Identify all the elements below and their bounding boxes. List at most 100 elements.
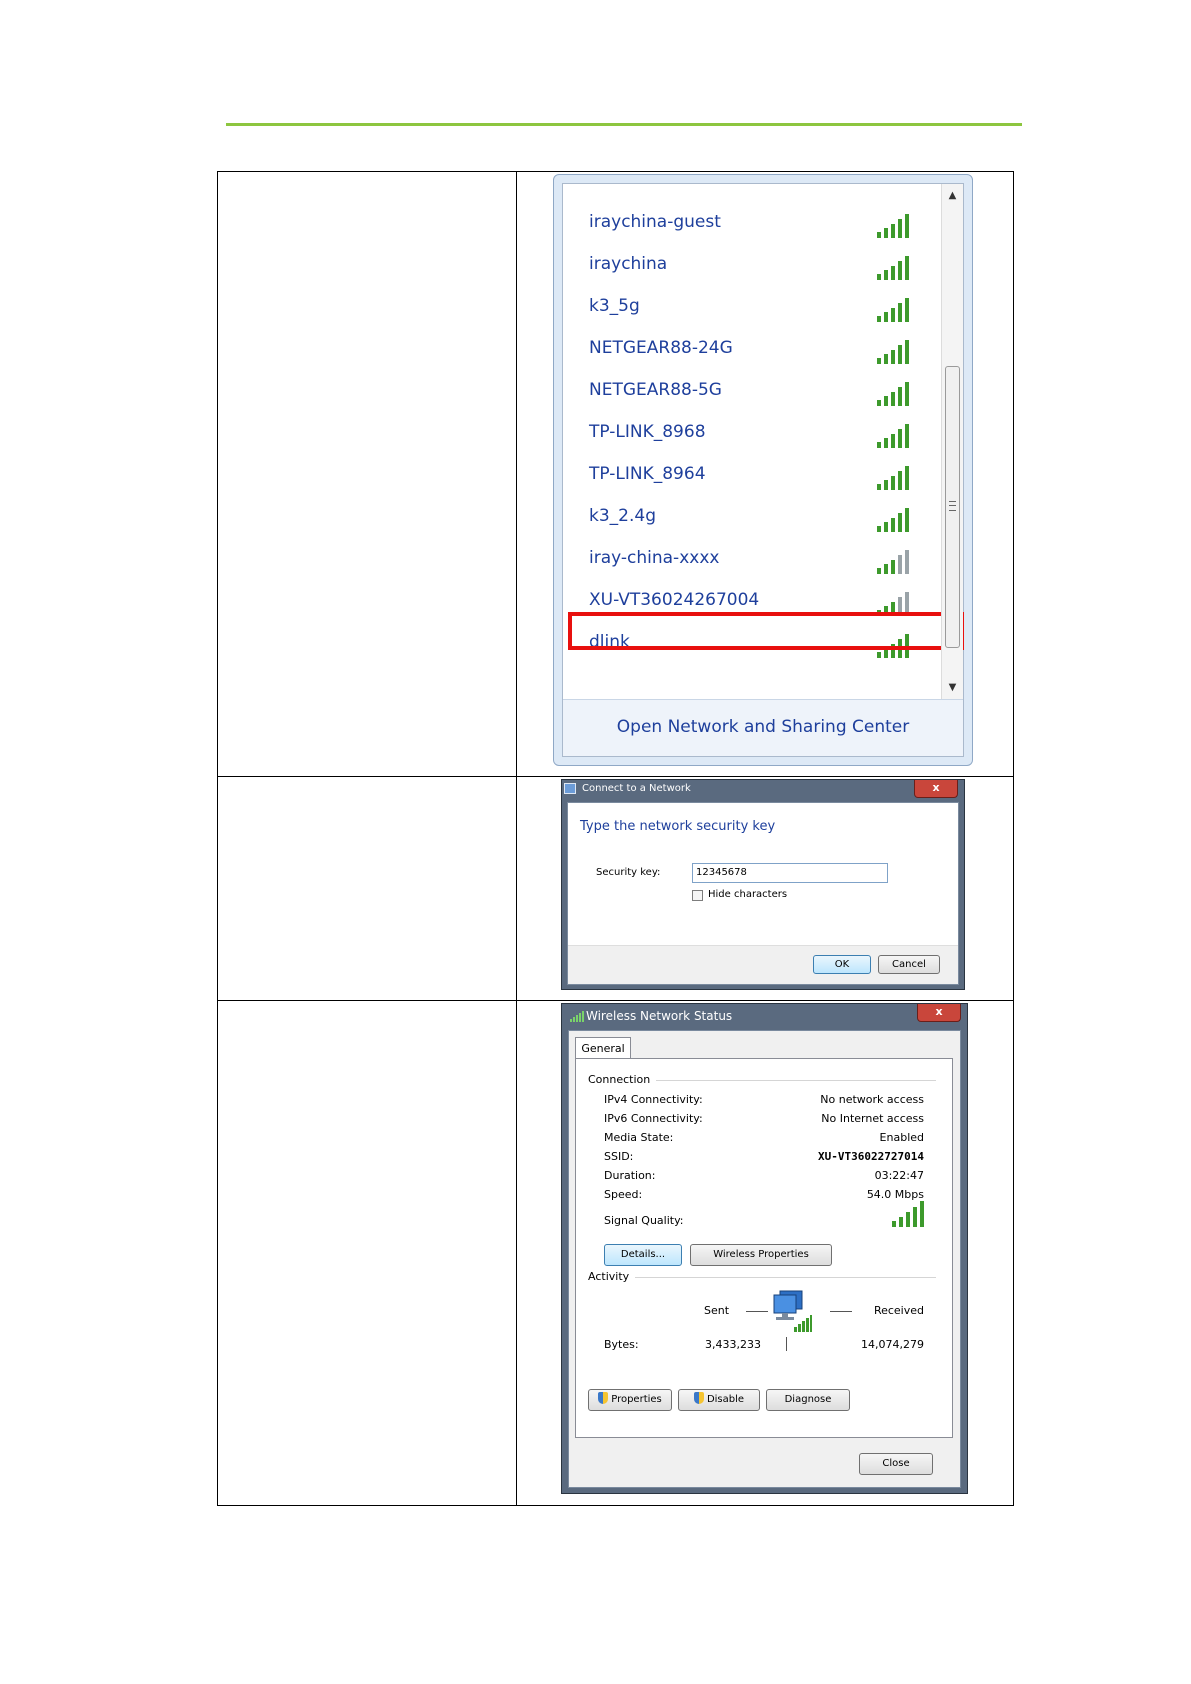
wifi-network-item[interactable]: NETGEAR88-5G [579,376,929,410]
dialog-title: Wireless Network Status [586,1009,733,1023]
dialog-title: Connect to a Network [582,783,691,794]
close-icon[interactable]: x [917,1004,961,1022]
step-1-text-cell [217,171,517,777]
open-network-center-link[interactable]: Open Network and Sharing Center [563,717,963,737]
sent-label: Sent [704,1304,730,1317]
duration-label: Duration: [604,1169,656,1182]
cancel-button[interactable]: Cancel [878,955,940,974]
step-2-image-cell: Connect to a Network x Type the network … [516,776,1014,1001]
connection-group-label: Connection [588,1073,657,1086]
signal-icon [877,548,911,574]
wifi-network-name: NETGEAR88-5G [589,380,722,400]
hide-characters-checkbox[interactable] [692,890,703,901]
ipv6-label: IPv6 Connectivity: [604,1112,703,1125]
close-button[interactable]: Close [859,1453,933,1475]
received-line [830,1311,852,1312]
properties-button[interactable]: Properties [588,1389,672,1411]
signal-icon [877,212,911,238]
wifi-network-name: TP-LINK_8968 [589,422,706,442]
connect-dialog: Connect to a Network x Type the network … [561,779,965,990]
ipv6-value: No Internet access [821,1112,924,1125]
signal-icon [870,184,904,190]
duration-value: 03:22:47 [874,1169,924,1182]
disable-button[interactable]: Disable [678,1389,760,1411]
received-label: Received [873,1304,924,1317]
wifi-network-item[interactable]: TP-LINK_8964 [579,460,929,494]
signal-icon [877,380,911,406]
ipv4-value: No network access [820,1093,924,1106]
wifi-network-name: iray-china-xxxx [589,548,720,568]
signal-icon [877,506,911,532]
tab-page: Connection IPv4 Connectivity: No network… [575,1058,953,1438]
wifi-flyout: iraychina-guest iraychina k3_5g NETGEAR88-2… [553,174,973,766]
divider [588,1277,936,1278]
status-dialog: Wireless Network Status x General Connec… [561,1003,968,1494]
wifi-network-item[interactable]: NETGEAR88-24G [579,334,929,368]
dialog-body: General Connection IPv4 Connectivity: No… [568,1030,961,1488]
speed-label: Speed: [604,1188,643,1201]
hide-characters-label: Hide characters [708,889,788,900]
signal-icon [570,1011,584,1022]
instruction-table: iraychina-guest iraychina k3_5g NETGEAR88-2… [217,171,1014,1506]
signal-icon [877,338,911,364]
diagnose-button[interactable]: Diagnose [766,1389,850,1411]
wifi-network-item[interactable]: k3_5g [579,292,929,326]
signal-icon [877,296,911,322]
scroll-up-arrow-icon[interactable]: ▲ [942,186,963,206]
grip-icon [949,501,956,511]
wifi-network-name: TP-LINK_8964 [589,464,706,484]
wifi-network-item[interactable]: iray-china-xxxx [579,544,929,578]
ok-button[interactable]: OK [813,955,871,974]
speed-value: 54.0 Mbps [866,1188,924,1201]
media-state-value: Enabled [879,1131,924,1144]
wifi-network-item[interactable]: k3_2.4g [579,502,929,536]
bytes-sent-value: 3,433,233 [705,1338,761,1351]
close-icon[interactable]: x [914,780,958,798]
security-key-input[interactable]: 12345678 [692,863,888,883]
ipv4-label: IPv4 Connectivity: [604,1093,703,1106]
signal-icon [877,254,911,280]
bytes-received-value: 14,074,279 [861,1338,924,1351]
wifi-footer: Open Network and Sharing Center [563,699,963,756]
activity-group-label: Activity [588,1270,636,1283]
wifi-network-name: k3_5g [589,296,640,316]
disable-button-label: Disable [706,1394,745,1405]
security-key-label: Security key: [596,867,661,878]
tab-general[interactable]: General [575,1037,631,1059]
dialog-footer: OK Cancel [568,945,958,984]
computer-icon [773,1290,812,1332]
wifi-network-name: iraychina-guest [589,212,721,232]
scroll-thumb[interactable] [945,366,960,648]
selected-network-highlight [568,612,964,650]
wifi-network-name: k3_2.4g [589,506,656,526]
wireless-properties-button[interactable]: Wireless Properties [690,1244,832,1266]
details-button[interactable]: Details... [604,1244,682,1266]
ssid-label: SSID: [604,1150,634,1163]
step-3-text-cell [217,1000,517,1506]
step-1-image-cell: iraychina-guest iraychina k3_5g NETGEAR88-2… [516,171,1014,777]
network-icon [564,783,576,794]
dialog-heading: Type the network security key [580,819,776,834]
sent-line [746,1311,768,1312]
signal-icon [877,422,911,448]
step-3-image-cell: Wireless Network Status x General Connec… [516,1000,1014,1506]
scrollbar[interactable]: ▲ ▼ [941,184,963,700]
wifi-network-name: XU-VT36024267004 [589,590,760,610]
bytes-divider [786,1337,787,1351]
scroll-down-arrow-icon[interactable]: ▼ [942,678,963,698]
signal-quality-label: Signal Quality: [604,1214,684,1227]
wifi-network-name: NETGEAR88-24G [589,338,733,358]
step-2-text-cell [217,776,517,1001]
shield-icon [598,1392,609,1404]
wifi-network-item[interactable]: iraychina [579,250,929,284]
shield-icon [693,1392,704,1404]
header-rule [226,123,1022,126]
wifi-network-item[interactable]: TP-LINK_8968 [579,418,929,452]
bytes-label: Bytes: [604,1338,639,1351]
ssid-value: XU-VT36022727014 [818,1150,924,1163]
wifi-network-item[interactable]: iraychina-guest [579,208,929,242]
dialog-body: Type the network security key Security k… [567,802,959,985]
signal-icon [877,464,911,490]
wifi-network-name: iraychina [589,254,668,274]
wifi-list-box: iraychina-guest iraychina k3_5g NETGEAR88-2… [562,183,964,757]
